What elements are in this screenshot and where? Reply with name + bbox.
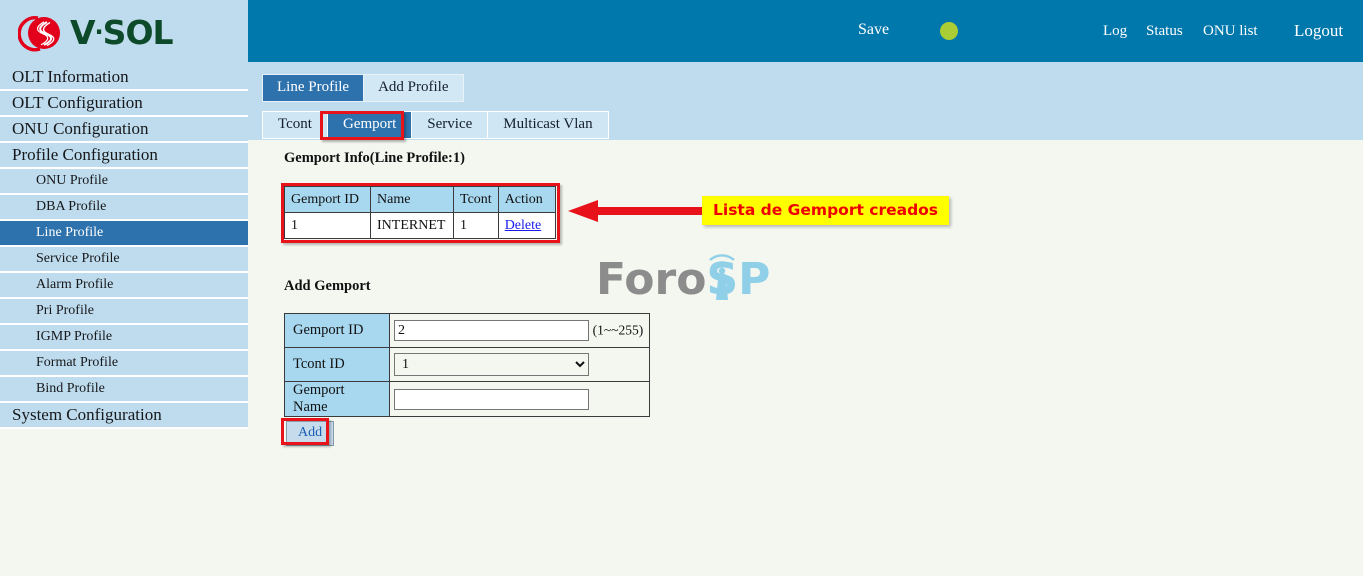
header-link-logout[interactable]: Logout xyxy=(1294,21,1343,41)
tab-line-profile[interactable]: Line Profile xyxy=(263,75,365,101)
sidebar-item-label: Alarm Profile xyxy=(36,277,114,292)
gemport-name-input[interactable] xyxy=(394,388,589,410)
sidebar-nav: OLT Information OLT Configuration ONU Co… xyxy=(0,65,248,487)
gemport-info-title: Gemport Info(Line Profile:1) xyxy=(284,150,465,166)
gemport-info-table: Gemport ID Name Tcont Action 1 INTERNET … xyxy=(284,186,556,239)
sidebar-item-alarm-profile[interactable]: Alarm Profile xyxy=(0,273,248,299)
sidebar-item-label: OLT Configuration xyxy=(12,93,143,112)
sidebar-item-label: Service Profile xyxy=(36,251,120,266)
label-gemport-name: Gemport Name xyxy=(284,381,390,417)
tab-tcont[interactable]: Tcont xyxy=(263,112,328,138)
gemport-id-input[interactable] xyxy=(394,320,589,341)
top-header-bar: Save Log Status ONU list Logout xyxy=(248,0,1363,62)
sidebar-item-igmp-profile[interactable]: IGMP Profile xyxy=(0,325,248,351)
brand-name-part1: V xyxy=(70,13,96,52)
sidebar-item-label: Pri Profile xyxy=(36,303,94,318)
sidebar-item-onu-profile[interactable]: ONU Profile xyxy=(0,169,248,195)
status-indicator-green xyxy=(940,22,958,40)
sidebar-item-system-configuration[interactable]: System Configuration xyxy=(0,403,248,429)
cell-name: INTERNET xyxy=(370,212,454,239)
sidebar-item-label: IGMP Profile xyxy=(36,329,113,344)
sidebar-item-onu-configuration[interactable]: ONU Configuration xyxy=(0,117,248,143)
sidebar-item-label: Format Profile xyxy=(36,355,119,370)
form-row-gemport-id: Gemport ID (1~~255) xyxy=(284,313,650,348)
sidebar-item-olt-information[interactable]: OLT Information xyxy=(0,65,248,91)
sidebar-item-label: ONU Profile xyxy=(36,173,108,188)
label-tcont-id: Tcont ID xyxy=(284,347,390,382)
sidebar-item-format-profile[interactable]: Format Profile xyxy=(0,351,248,377)
field-tcont-id: 1 xyxy=(389,347,650,382)
tab-add-profile[interactable]: Add Profile xyxy=(364,75,462,101)
tab-multicast-vlan[interactable]: Multicast Vlan xyxy=(488,112,607,138)
delete-link[interactable]: Delete xyxy=(505,218,542,233)
tcont-id-select[interactable]: 1 xyxy=(394,353,589,376)
sidebar-item-bind-profile[interactable]: Bind Profile xyxy=(0,377,248,403)
tab-gemport[interactable]: Gemport xyxy=(327,112,413,138)
annotation-callout-label: Lista de Gemport creados xyxy=(702,196,950,225)
form-row-gemport-name: Gemport Name xyxy=(284,381,650,417)
cell-action: Delete xyxy=(497,212,556,239)
field-gemport-id: (1~~255) xyxy=(389,313,650,348)
brand-name-dot: · xyxy=(94,18,104,46)
header-link-status[interactable]: Status xyxy=(1146,23,1183,40)
sidebar-item-pri-profile[interactable]: Pri Profile xyxy=(0,299,248,325)
tab-service[interactable]: Service xyxy=(412,112,489,138)
table-header-row: Gemport ID Name Tcont Action xyxy=(284,186,556,213)
column-header-name: Name xyxy=(370,186,454,213)
save-button[interactable]: Save xyxy=(858,21,889,39)
sidebar-item-profile-configuration[interactable]: Profile Configuration xyxy=(0,143,248,169)
cell-tcont: 1 xyxy=(453,212,499,239)
sidebar-item-olt-configuration[interactable]: OLT Configuration xyxy=(0,91,248,117)
gemport-id-hint: (1~~255) xyxy=(592,322,644,338)
label-gemport-id: Gemport ID xyxy=(284,313,390,348)
column-header-gemport-id: Gemport ID xyxy=(284,186,371,213)
brand-name: V·SOL xyxy=(70,13,174,52)
line-profile-tab-bar: Tcont Gemport Service Multicast Vlan xyxy=(262,111,609,139)
sidebar-item-label: System Configuration xyxy=(12,405,162,424)
sidebar-item-label: Profile Configuration xyxy=(12,145,158,164)
vsol-logo-icon xyxy=(18,10,64,56)
table-row: 1 INTERNET 1 Delete xyxy=(284,212,556,239)
sidebar-item-label: ONU Configuration xyxy=(12,119,149,138)
header-link-log[interactable]: Log xyxy=(1103,23,1127,40)
profile-tab-bar: Line Profile Add Profile xyxy=(262,74,464,102)
brand-logo-panel: V·SOL xyxy=(0,0,248,65)
annotation-arrow-icon xyxy=(568,200,704,222)
sidebar-item-label: Bind Profile xyxy=(36,381,105,396)
page-root: V·SOL Save Log Status ONU list Logout OL… xyxy=(0,0,1363,576)
column-header-tcont: Tcont xyxy=(453,186,499,213)
header-link-onu-list[interactable]: ONU list xyxy=(1203,23,1258,40)
form-row-tcont-id: Tcont ID 1 xyxy=(284,347,650,382)
sidebar-item-label: OLT Information xyxy=(12,67,129,86)
sidebar-item-dba-profile[interactable]: DBA Profile xyxy=(0,195,248,221)
sidebar-item-label: Line Profile xyxy=(36,225,104,240)
cell-gemport-id: 1 xyxy=(284,212,371,239)
sidebar-item-service-profile[interactable]: Service Profile xyxy=(0,247,248,273)
brand-name-part2: SOL xyxy=(102,13,174,52)
sidebar-item-label: DBA Profile xyxy=(36,199,107,214)
column-header-action: Action xyxy=(497,186,556,213)
add-button[interactable]: Add xyxy=(286,421,335,446)
field-gemport-name xyxy=(389,381,650,417)
add-gemport-form: Gemport ID (1~~255) Tcont ID 1 Gemport N… xyxy=(284,313,650,417)
sidebar-item-line-profile[interactable]: Line Profile xyxy=(0,221,248,247)
add-gemport-title: Add Gemport xyxy=(284,278,371,294)
